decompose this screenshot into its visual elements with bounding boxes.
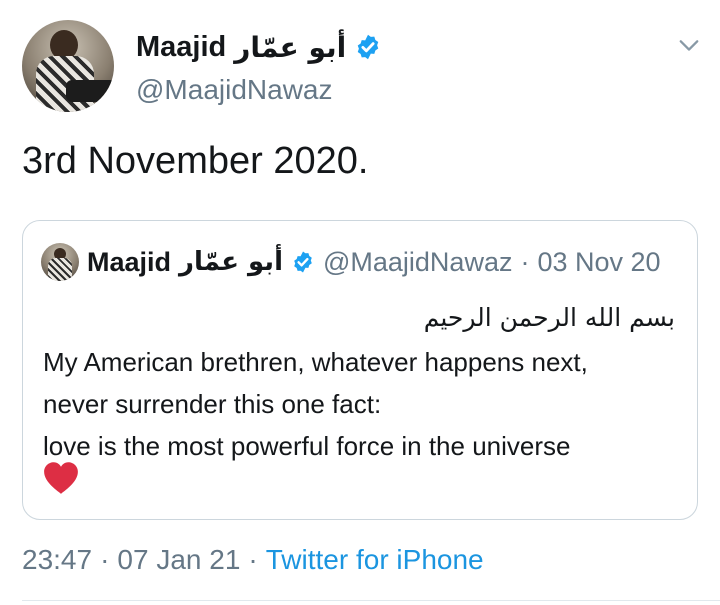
quoted-text-line: never surrender this one fact: xyxy=(43,389,382,419)
quoted-author-avatar xyxy=(41,243,79,281)
meta-separator: · xyxy=(248,544,258,575)
tweet-text: 3rd November 2020. xyxy=(22,140,369,182)
quoted-arabic-line: بسم الله الرحمن الرحيم xyxy=(423,303,675,332)
author-avatar[interactable] xyxy=(22,20,114,112)
quoted-author-name-arabic: أبو عمّار xyxy=(179,247,283,277)
author-display-name[interactable]: Maajid xyxy=(136,31,226,64)
tweet-date[interactable]: 07 Jan 21 xyxy=(117,544,240,576)
author-name-row[interactable]: Maajid أبو عمّار xyxy=(136,30,382,64)
meta-separator: · xyxy=(520,246,530,277)
red-heart-icon xyxy=(44,462,78,494)
quoted-text-line: My American brethren, whatever happens n… xyxy=(43,347,588,377)
author-handle[interactable]: @MaajidNawaz xyxy=(136,74,333,106)
tweet-source-link[interactable]: Twitter for iPhone xyxy=(266,544,484,576)
quoted-author-name: Maajid xyxy=(87,246,172,277)
author-display-name-arabic[interactable]: أبو عمّار xyxy=(234,31,346,64)
tweet: Maajid أبو عمّار @MaajidNawaz 3rd Novemb… xyxy=(0,0,720,605)
tweet-time[interactable]: 23:47 xyxy=(22,544,92,576)
verified-badge-icon xyxy=(294,251,312,273)
verified-badge-icon xyxy=(357,34,379,60)
quoted-author-handle: @MaajidNawaz xyxy=(322,246,513,277)
quoted-text-line: love is the most powerful force in the u… xyxy=(43,431,571,461)
tweet-footer: 23:47 · 07 Jan 21 · Twitter for iPhone xyxy=(22,544,484,576)
quoted-tweet-date: 03 Nov 20 xyxy=(537,246,661,277)
meta-separator: · xyxy=(100,544,110,575)
quoted-tweet-text: My American brethren, whatever happens n… xyxy=(43,341,683,467)
chevron-down-icon[interactable] xyxy=(678,34,700,56)
quoted-tweet-header: Maajid أبو عمّار @MaajidNawaz · 03 Nov 2… xyxy=(41,243,661,281)
quoted-tweet-card[interactable]: Maajid أبو عمّار @MaajidNawaz · 03 Nov 2… xyxy=(22,220,698,520)
divider xyxy=(22,600,720,601)
